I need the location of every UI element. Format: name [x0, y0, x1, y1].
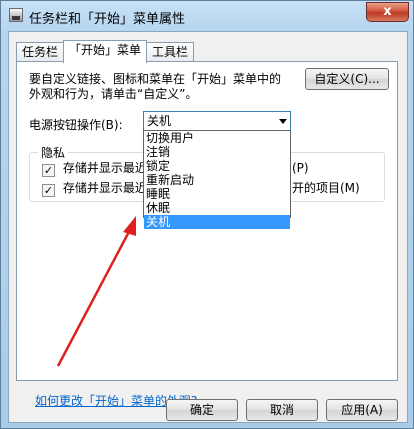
properties-window: 任务栏和「开始」菜单属性 x 任务栏 「开始」菜单 工具栏 要自定义链接、图标和… — [0, 0, 414, 429]
power-options-dropdown[interactable]: 切换用户 注销 锁定 重新启动 睡眠 休眠 关机 — [143, 130, 291, 229]
customize-description: 要自定义链接、图标和菜单在「开始」菜单中的外观和行为，请单击“自定义”。 — [29, 72, 282, 101]
option-sleep[interactable]: 睡眠 — [144, 187, 290, 201]
privacy-title: 隐私 — [38, 144, 69, 161]
privacy-recent-items-label: 存储并显示最近 — [62, 181, 147, 195]
privacy-recent-items-row[interactable]: ✓ 存储并显示最近 — [42, 181, 147, 197]
privacy-item2-tail: 开的项目(M) — [292, 181, 360, 197]
chevron-down-icon — [279, 119, 287, 124]
option-restart[interactable]: 重新启动 — [144, 173, 290, 187]
apply-button[interactable]: 应用(A) — [326, 399, 398, 421]
start-menu-panel: 要自定义链接、图标和菜单在「开始」菜单中的外观和行为，请单击“自定义”。 自定义… — [16, 61, 398, 408]
privacy-recent-programs-row[interactable]: ✓ 存储并显示最近 — [42, 161, 147, 177]
checkbox-recent-programs[interactable]: ✓ — [42, 164, 55, 177]
dialog-client-area: 任务栏 「开始」菜单 工具栏 要自定义链接、图标和菜单在「开始」菜单中的外观和行… — [8, 31, 408, 423]
privacy-item1-tail: (P) — [292, 161, 309, 177]
power-button-select[interactable]: 关机 — [143, 111, 291, 131]
taskbar-icon — [9, 8, 23, 22]
tab-start-menu[interactable]: 「开始」菜单 — [63, 40, 148, 63]
privacy-recent-programs-label: 存储并显示最近 — [62, 161, 147, 175]
privacy-item2-tail-label: 开的项目(M) — [292, 181, 360, 195]
window-title: 任务栏和「开始」菜单属性 — [29, 12, 186, 27]
power-select-value: 关机 — [147, 114, 172, 128]
option-lock[interactable]: 锁定 — [144, 159, 290, 173]
option-log-off[interactable]: 注销 — [144, 145, 290, 159]
option-switch-user[interactable]: 切换用户 — [144, 131, 290, 145]
checkbox-recent-items[interactable]: ✓ — [42, 184, 55, 197]
tab-strip: 任务栏 「开始」菜单 工具栏 — [16, 40, 195, 63]
customize-button[interactable]: 自定义(C)... — [305, 68, 389, 90]
option-shut-down[interactable]: 关机 — [144, 215, 290, 229]
title-bar[interactable]: 任务栏和「开始」菜单属性 x — [1, 1, 413, 31]
tab-toolbars[interactable]: 工具栏 — [146, 42, 195, 62]
ok-button[interactable]: 确定 — [166, 399, 238, 421]
privacy-item1-tail-label: (P) — [292, 161, 309, 175]
close-button[interactable]: x — [366, 2, 409, 22]
cancel-button[interactable]: 取消 — [246, 399, 318, 421]
power-button-label: 电源按钮操作(B): — [29, 118, 123, 132]
option-hibernate[interactable]: 休眠 — [144, 201, 290, 215]
tab-taskbar[interactable]: 任务栏 — [16, 42, 65, 62]
